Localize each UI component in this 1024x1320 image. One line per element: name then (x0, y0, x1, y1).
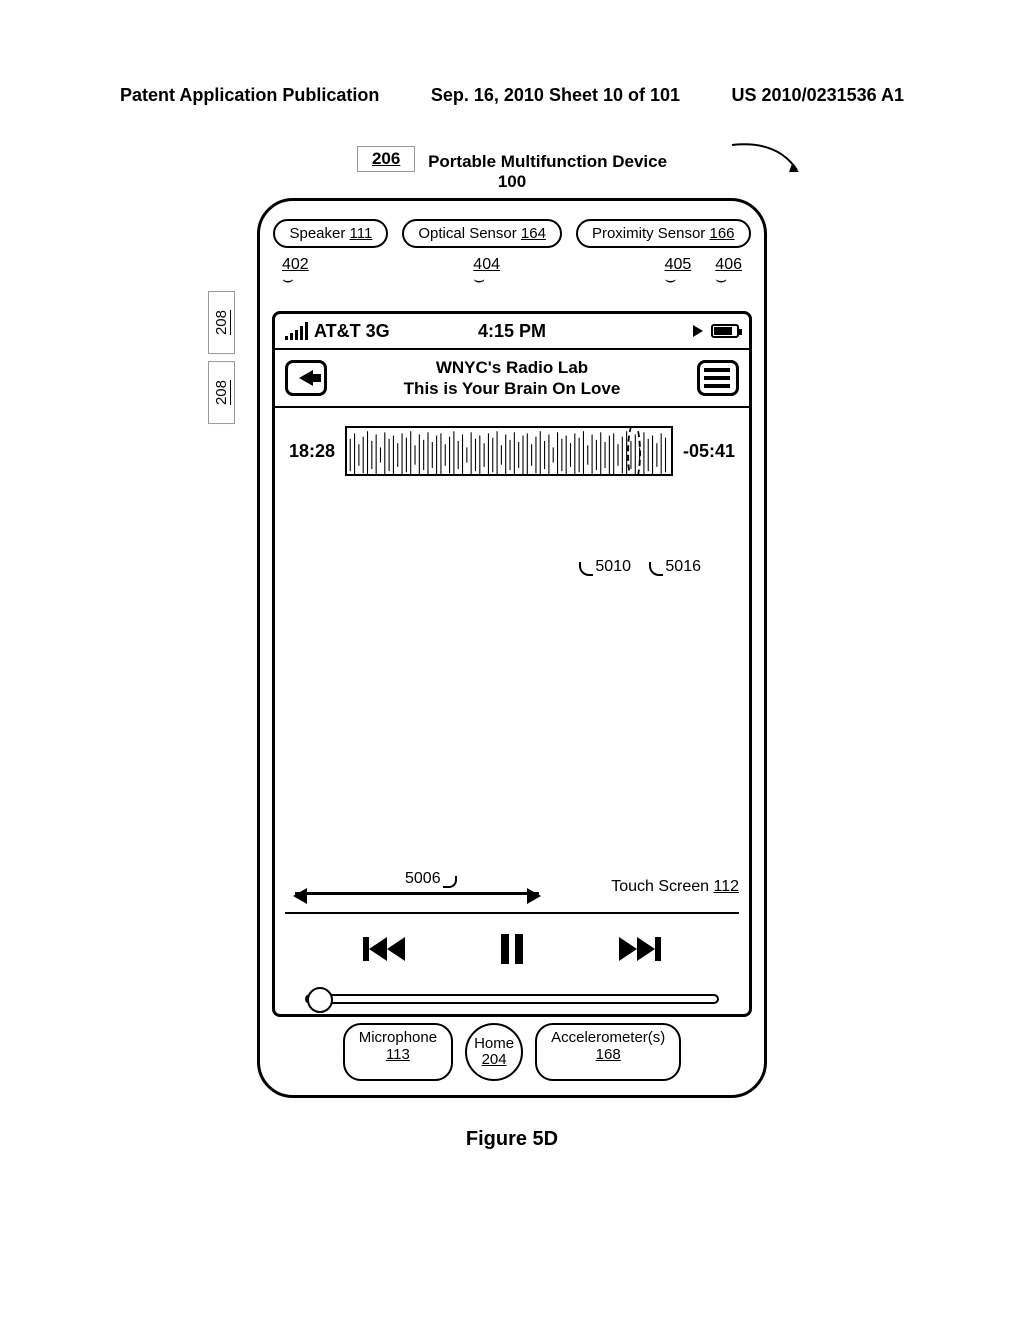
previous-button[interactable] (363, 937, 405, 961)
play-indicator-icon (693, 325, 703, 337)
touch-screen[interactable]: AT&T 3G 4:15 PM WNYC's Radio Lab This is… (272, 311, 752, 1017)
scrubber-waveform[interactable] (345, 426, 673, 476)
now-playing-title: WNYC's Radio Lab This is Your Brain On L… (327, 357, 697, 400)
back-button[interactable] (285, 360, 327, 396)
callout-5016: 5016 (649, 558, 701, 576)
ref-208-b: 208 (208, 361, 235, 424)
ref-206-box: 206 (357, 146, 415, 172)
playhead-icon (627, 426, 641, 476)
status-bar: AT&T 3G 4:15 PM (275, 314, 749, 350)
waveform-icon (347, 428, 671, 476)
microphone-label: Microphone113 (343, 1023, 453, 1081)
proximity-sensor-label: Proximity Sensor 166 (576, 219, 751, 248)
ref-208-a: 208 (208, 291, 235, 354)
header-date-sheet: Sep. 16, 2010 Sheet 10 of 101 (431, 85, 680, 106)
battery-icon (711, 324, 739, 338)
accelerometer-label: Accelerometer(s)168 (535, 1023, 681, 1081)
touch-screen-label: Touch Screen 112 (611, 878, 739, 896)
pause-button[interactable] (501, 934, 523, 964)
status-time: 4:15 PM (436, 321, 587, 342)
track-list-button[interactable] (697, 360, 739, 396)
ref-5006: 5006 (405, 870, 457, 888)
volume-slider[interactable] (305, 994, 719, 1004)
swipe-gesture-arrow-icon (295, 892, 539, 895)
album-art-area[interactable] (275, 494, 749, 874)
volume-knob-icon (307, 987, 333, 1013)
elapsed-time: 18:28 (289, 441, 335, 462)
device-title: Portable Multifunction Device (428, 152, 667, 171)
home-button[interactable]: Home204 (465, 1023, 523, 1081)
title-arrow-icon (727, 140, 807, 185)
device-ref-100: 100 (498, 172, 526, 191)
speaker-label: Speaker 111 (273, 219, 388, 248)
optical-sensor-label: Optical Sensor 164 (402, 219, 562, 248)
device-frame: 208 208 Speaker 111 Optical Sensor 164 P… (257, 198, 767, 1098)
header-pub-number: US 2010/0231536 A1 (732, 85, 904, 106)
carrier-label: AT&T 3G (314, 321, 390, 342)
figure-caption: Figure 5D (187, 1128, 837, 1151)
header-publication: Patent Application Publication (120, 85, 379, 106)
signal-icon (285, 322, 308, 340)
back-arrow-icon (299, 370, 313, 386)
callout-5010: 5010 (579, 558, 631, 576)
remaining-time: -05:41 (683, 441, 735, 462)
next-button[interactable] (619, 937, 661, 961)
